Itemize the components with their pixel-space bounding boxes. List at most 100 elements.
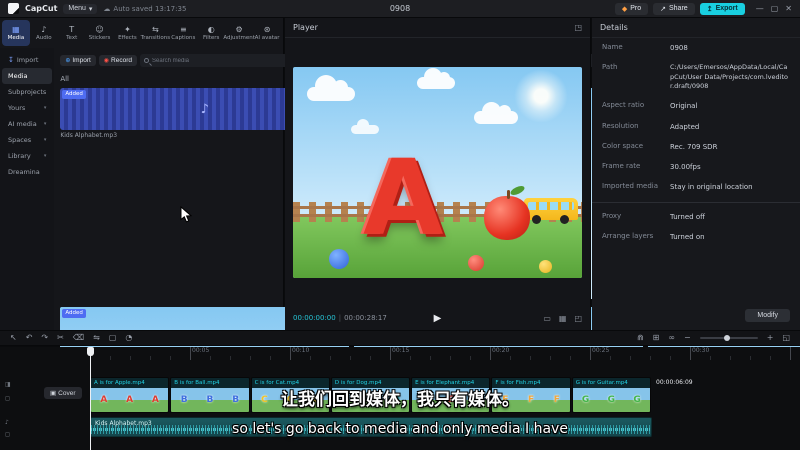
- ruler-label: 00:25: [592, 347, 610, 354]
- details-row: Frame rate 30.00fps: [592, 157, 800, 177]
- subtitle-chinese: 让我们回到媒体，我只有媒体。: [281, 390, 519, 410]
- import-button[interactable]: ⊕ Import: [60, 55, 96, 66]
- effects-icon: ✦: [124, 24, 131, 34]
- modify-button[interactable]: Modify: [745, 309, 790, 322]
- ai-avatar-icon: ⊛: [263, 24, 271, 34]
- sidebar-item[interactable]: Subprojects: [2, 84, 52, 100]
- details-value: Turned off: [670, 213, 705, 222]
- share-icon: ↗: [660, 5, 666, 13]
- details-value: Turned on: [670, 233, 705, 242]
- titlebar: CapCut Menu ▾ ☁ Auto saved 13:17:35 0908…: [0, 0, 800, 18]
- zoom-out-icon[interactable]: −: [684, 334, 691, 342]
- mouse-cursor: [180, 206, 193, 223]
- zoom-slider-knob[interactable]: [724, 335, 731, 341]
- player-controls: 00:00:00:00 | 00:00:28:17 ▶ ▭ ▦ ◰: [293, 310, 582, 326]
- details-label: Resolution: [602, 121, 639, 130]
- chevron-down-icon: ▾: [88, 5, 93, 13]
- import-icon: ↧: [8, 56, 14, 64]
- details-label: Frame rate: [602, 161, 641, 170]
- export-button[interactable]: ↥ Export: [699, 2, 745, 15]
- details-label: Name: [602, 43, 623, 51]
- timeline-ruler[interactable]: 00:05 00:10 00:15 00:20 00:25 00:30: [90, 347, 800, 360]
- close-icon[interactable]: ✕: [785, 4, 792, 13]
- player-panel-title: Player: [293, 23, 318, 32]
- details-label: Proxy: [602, 212, 622, 221]
- added-badge: Added: [62, 90, 86, 99]
- details-value: C:/Users/Emersos/AppData/Local/CapCut/Us…: [670, 63, 788, 90]
- timeline-tools-right: ⋒ ⊞ ∞ −: [637, 334, 691, 342]
- sidebar-item[interactable]: Media: [2, 68, 53, 84]
- sidebar-item[interactable]: AI media ▾: [2, 116, 52, 132]
- ribbon-tabs: ▦ Media ♪ Audio T Text ☺ Stickers ✦ Effe…: [0, 18, 283, 48]
- minimize-icon[interactable]: —: [756, 4, 764, 13]
- scene-cloud: [417, 67, 455, 89]
- fit-timeline-icon[interactable]: ◱: [782, 334, 790, 342]
- sidebar-item[interactable]: Dreamina: [2, 164, 52, 180]
- ribbon-tab[interactable]: T Text: [58, 20, 86, 46]
- details-value: 30.00fps: [670, 162, 701, 171]
- split-icon[interactable]: ✂: [57, 334, 64, 342]
- titlebar-actions: ◆ Pro ↗ Share ↥ Export — ▢ ✕: [614, 2, 792, 15]
- record-button[interactable]: ◉ Record: [98, 55, 137, 66]
- details-label: Arrange layers: [602, 232, 654, 241]
- ribbon-tab[interactable]: ▦ Media: [2, 20, 30, 46]
- details-label: Aspect ratio: [602, 101, 645, 110]
- chevron-down-icon: ▾: [43, 137, 47, 143]
- player-expand-icon[interactable]: ◳: [574, 23, 582, 32]
- play-button[interactable]: ▶: [434, 313, 442, 324]
- media-library-panel: ▦ Media ♪ Audio T Text ☺ Stickers ✦ Effe…: [0, 18, 800, 450]
- maximize-icon[interactable]: ▢: [771, 4, 779, 13]
- scene-cloud: [307, 74, 355, 101]
- zoom-slider[interactable]: [699, 335, 758, 341]
- ruler-label: 00:15: [392, 347, 410, 354]
- video-preview-area: A: [293, 38, 582, 306]
- menu-button[interactable]: Menu ▾: [63, 3, 98, 14]
- timeline-tools-right-end: + ◱: [767, 334, 790, 342]
- ratio-icon[interactable]: ▭: [543, 314, 551, 323]
- snap-icon[interactable]: ⊞: [653, 334, 660, 342]
- fullscreen-icon[interactable]: ◰: [574, 314, 582, 323]
- delete-icon[interactable]: ⌫: [73, 334, 84, 342]
- details-row: Name 0908: [592, 38, 800, 58]
- scene-ball-blue: [329, 248, 349, 269]
- ribbon-tab[interactable]: ♪ Audio: [30, 20, 58, 46]
- details-row: Color space Rec. 709 SDR: [592, 137, 800, 157]
- share-button[interactable]: ↗ Share: [653, 2, 695, 15]
- details-row: Imported media Stay in original location: [592, 177, 800, 197]
- grid-icon[interactable]: ▦: [559, 314, 567, 323]
- video-frame[interactable]: A: [293, 66, 582, 278]
- ruler-label: 00:20: [492, 347, 510, 354]
- sidebar-item[interactable]: Spaces ▾: [2, 132, 52, 148]
- ribbon-tab[interactable]: ✦ Effects: [114, 20, 142, 46]
- details-panel: Details Name 0908 Path C:/Users/Emersos/…: [592, 18, 800, 330]
- crop-icon[interactable]: ▢: [109, 334, 117, 342]
- details-value: Original: [670, 102, 698, 111]
- export-icon: ↥: [706, 5, 713, 13]
- ribbon-tab[interactable]: ☺ Stickers: [86, 20, 114, 46]
- mirror-icon[interactable]: ⇋: [93, 334, 100, 342]
- window-controls: — ▢ ✕: [756, 4, 792, 13]
- undo-icon[interactable]: ↶: [26, 334, 33, 342]
- pro-button[interactable]: ◆ Pro: [614, 2, 649, 15]
- zoom-in-icon[interactable]: +: [767, 334, 774, 342]
- magnet-icon[interactable]: ⋒: [637, 334, 644, 342]
- sidebar-item[interactable]: Yours ▾: [2, 100, 52, 116]
- sidebar-item[interactable]: Library ▾: [2, 148, 52, 164]
- ribbon-tab[interactable]: ≡ Captions: [169, 20, 197, 46]
- ribbon-tab[interactable]: ◐ Filters: [197, 20, 225, 46]
- cursor-tool-icon[interactable]: ↖: [10, 334, 17, 342]
- import-plus-icon: ⊕: [65, 58, 71, 64]
- ribbon-tab[interactable]: ⚙ Adjustment: [223, 20, 255, 46]
- audio-icon: ♪: [41, 24, 47, 34]
- details-value: Stay in original location: [670, 182, 753, 191]
- link-icon[interactable]: ∞: [668, 334, 675, 342]
- media-sidebar: ↧ Import Media Subprojects Yours ▾ AI me…: [0, 48, 55, 330]
- sidebar-item[interactable]: ↧ Import: [2, 52, 52, 68]
- player-view-icons: ▭ ▦ ◰: [543, 314, 582, 323]
- timeline-toolbar: ↖ ↶ ↷ ✂ ⌫ ⇋ ▢ ◔ ⋒ ⊞ ∞ − + ◱: [0, 330, 800, 346]
- redo-icon[interactable]: ↷: [41, 334, 48, 342]
- details-panel-title: Details: [600, 23, 628, 32]
- ribbon-tab[interactable]: ⇆ Transitions: [141, 20, 170, 46]
- ribbon-tab[interactable]: ⊛ AI avatar: [253, 20, 281, 46]
- speed-icon[interactable]: ◔: [125, 334, 132, 342]
